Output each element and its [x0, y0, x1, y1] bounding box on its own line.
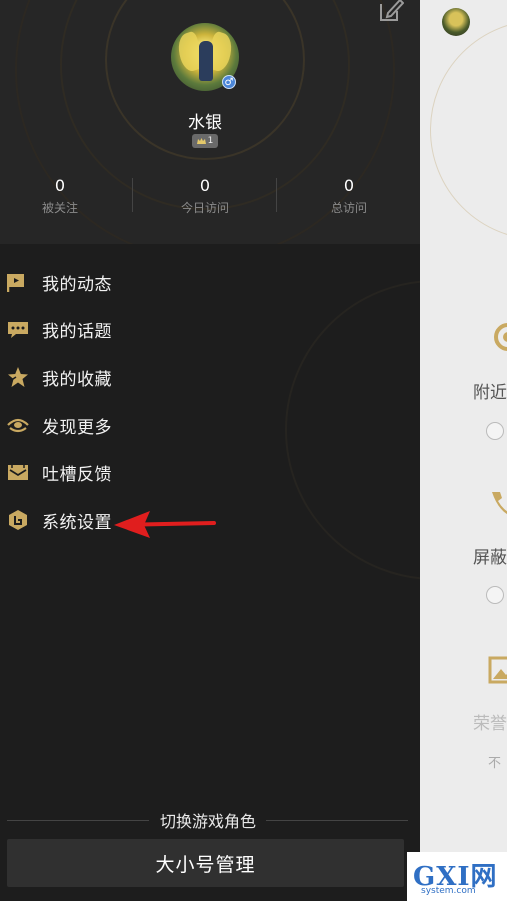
- profile-header: ♂ 水银 1 0 被关注 0 今日访问 0 总访问: [0, 0, 420, 244]
- menu-item-label: 系统设置: [42, 512, 112, 533]
- crown-icon: [196, 138, 206, 144]
- menu-item-my-posts[interactable]: 我的动态: [0, 262, 410, 302]
- background-decoration: [430, 20, 507, 240]
- flag-icon: [7, 274, 24, 292]
- account-manage-button[interactable]: 大小号管理: [7, 839, 404, 887]
- watermark-site: system.com: [421, 886, 476, 896]
- stat-today-visits[interactable]: 0 今日访问: [135, 176, 275, 216]
- background-radio[interactable]: [486, 586, 504, 604]
- menu-item-label: 我的收藏: [42, 369, 112, 390]
- watermark: GXI网 system.com: [407, 852, 507, 901]
- background-avatar[interactable]: [442, 8, 470, 36]
- background-label-block: 屏蔽: [473, 548, 507, 568]
- avatar-art: [199, 41, 213, 81]
- menu-item-label: 发现更多: [42, 417, 112, 438]
- background-small-text: 不: [488, 756, 502, 771]
- stat-value: 0: [343, 176, 355, 195]
- eye-icon: [7, 418, 29, 433]
- male-icon: ♂: [222, 75, 236, 89]
- settings-icon: [9, 510, 27, 530]
- mail-icon: [8, 465, 28, 480]
- stat-value: 0: [199, 176, 211, 195]
- background-radio[interactable]: [486, 422, 504, 440]
- menu-item-label: 我的动态: [42, 274, 112, 295]
- level-badge: 1: [192, 134, 218, 148]
- star-icon: [8, 367, 28, 387]
- username: 水银: [188, 113, 222, 133]
- image-icon: [488, 656, 507, 684]
- level-number: 1: [207, 136, 214, 146]
- menu-item-my-favorites[interactable]: 我的收藏: [0, 357, 410, 397]
- chat-bubble-icon: [8, 322, 28, 338]
- background-label-honor: 荣誉: [473, 714, 507, 734]
- stat-divider: [276, 178, 277, 212]
- menu-item-my-topics[interactable]: 我的话题: [0, 309, 410, 349]
- menu-item-discover-more[interactable]: 发现更多: [0, 405, 410, 445]
- arrow-annotation-icon: [114, 511, 216, 538]
- stat-label: 被关注: [41, 201, 78, 215]
- menu-item-feedback[interactable]: 吐槽反馈: [0, 452, 410, 492]
- switch-role-row[interactable]: 切换游戏角色: [0, 808, 420, 832]
- stat-total-visits[interactable]: 0 总访问: [279, 176, 419, 216]
- stat-label: 总访问: [330, 201, 367, 215]
- menu-item-label: 吐槽反馈: [42, 464, 112, 485]
- side-drawer: ♂ 水银 1 0 被关注 0 今日访问 0 总访问 我的动态 我的话题 我的收藏…: [0, 0, 420, 901]
- stat-label: 今日访问: [180, 201, 229, 215]
- divider-line: [266, 820, 408, 821]
- phone-icon: [492, 492, 507, 515]
- edit-icon[interactable]: [378, 0, 404, 22]
- menu-item-label: 我的话题: [42, 321, 112, 342]
- nearby-icon: [494, 323, 507, 351]
- stat-value: 0: [54, 176, 66, 195]
- stat-divider: [132, 178, 133, 212]
- background-label-nearby: 附近: [473, 383, 507, 403]
- stat-followers[interactable]: 0 被关注: [0, 176, 130, 216]
- background-page: 附近 屏蔽 荣誉 不: [420, 0, 507, 901]
